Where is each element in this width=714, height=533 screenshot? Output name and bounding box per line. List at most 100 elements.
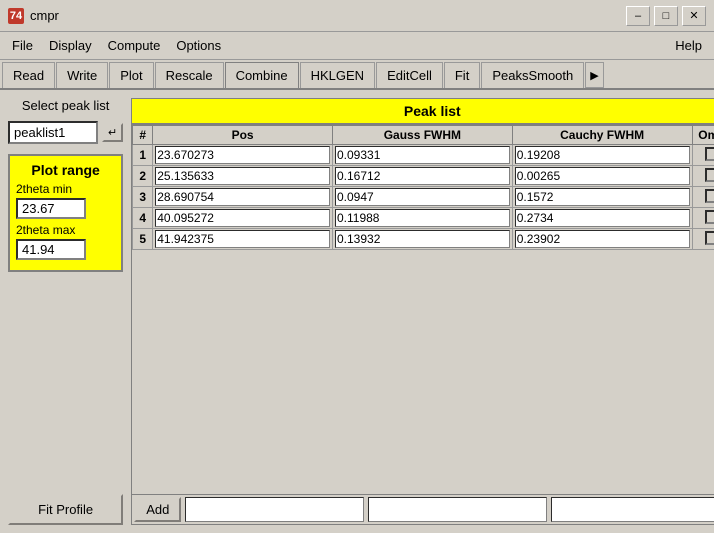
window-title: cmpr	[30, 8, 626, 23]
tab-more-button[interactable]: ▶	[585, 62, 603, 88]
row-num-5: 5	[133, 229, 153, 250]
row-num-2: 2	[133, 166, 153, 187]
tab-hklgen[interactable]: HKLGEN	[300, 62, 375, 88]
row-omit-4[interactable]	[692, 208, 714, 229]
omit-checkbox-4[interactable]	[705, 210, 714, 224]
menu-bar: File Display Compute Options Help	[0, 32, 714, 60]
window-controls: – □ ✕	[626, 6, 706, 26]
cauchy-input-3[interactable]	[515, 188, 690, 206]
peak-table: # Pos Gauss FWHM Cauchy FWHM Omit 1 2 3	[132, 125, 714, 250]
cauchy-input-2[interactable]	[515, 167, 690, 185]
pos-input-2[interactable]	[155, 167, 330, 185]
peak-list-input[interactable]	[8, 121, 98, 144]
cauchy-input-4[interactable]	[515, 209, 690, 227]
menu-display[interactable]: Display	[41, 36, 100, 55]
tab-rescale[interactable]: Rescale	[155, 62, 224, 88]
gauss-input-4[interactable]	[335, 209, 510, 227]
row-gauss-1[interactable]	[332, 145, 512, 166]
row-pos-4[interactable]	[153, 208, 333, 229]
toolbar: Read Write Plot Rescale Combine HKLGEN E…	[0, 60, 714, 90]
peak-list-enter-button[interactable]: ↵	[102, 123, 123, 142]
row-pos-5[interactable]	[153, 229, 333, 250]
tab-editcell[interactable]: EditCell	[376, 62, 443, 88]
row-omit-1[interactable]	[692, 145, 714, 166]
menu-help[interactable]: Help	[667, 36, 710, 55]
tab-write[interactable]: Write	[56, 62, 108, 88]
add-button[interactable]: Add	[134, 497, 181, 522]
maximize-button[interactable]: □	[654, 6, 678, 26]
row-gauss-5[interactable]	[332, 229, 512, 250]
col-cauchy: Cauchy FWHM	[512, 126, 692, 145]
close-button[interactable]: ✕	[682, 6, 706, 26]
omit-checkbox-5[interactable]	[705, 231, 714, 245]
gauss-input-1[interactable]	[335, 146, 510, 164]
row-gauss-3[interactable]	[332, 187, 512, 208]
app-icon: 74	[8, 8, 24, 24]
row-gauss-2[interactable]	[332, 166, 512, 187]
2theta-max-input[interactable]	[16, 239, 86, 260]
pos-input-5[interactable]	[155, 230, 330, 248]
table-row: 4	[133, 208, 714, 229]
omit-checkbox-1[interactable]	[705, 147, 714, 161]
plot-range-box: Plot range 2theta min 2theta max	[8, 154, 123, 272]
minimize-button[interactable]: –	[626, 6, 650, 26]
table-row: 3	[133, 187, 714, 208]
2theta-max-label: 2theta max	[16, 223, 115, 237]
row-pos-3[interactable]	[153, 187, 333, 208]
plot-range-title: Plot range	[16, 162, 115, 178]
row-cauchy-5[interactable]	[512, 229, 692, 250]
row-cauchy-3[interactable]	[512, 187, 692, 208]
row-cauchy-2[interactable]	[512, 166, 692, 187]
omit-checkbox-3[interactable]	[705, 189, 714, 203]
row-omit-5[interactable]	[692, 229, 714, 250]
gauss-input-2[interactable]	[335, 167, 510, 185]
2theta-min-input[interactable]	[16, 198, 86, 219]
omit-checkbox-2[interactable]	[705, 168, 714, 182]
center-panel: Peak list # Pos Gauss FWHM Cauchy FWHM O…	[131, 98, 714, 525]
cauchy-input-5[interactable]	[515, 230, 690, 248]
col-pos: Pos	[153, 126, 333, 145]
pos-input-4[interactable]	[155, 209, 330, 227]
cauchy-input-1[interactable]	[515, 146, 690, 164]
peak-list-selector: ↵	[8, 121, 123, 144]
tab-combine[interactable]: Combine	[225, 62, 299, 88]
select-peak-label: Select peak list	[8, 98, 123, 113]
row-cauchy-4[interactable]	[512, 208, 692, 229]
pos-input-3[interactable]	[155, 188, 330, 206]
row-pos-1[interactable]	[153, 145, 333, 166]
left-panel: Select peak list ↵ Plot range 2theta min…	[8, 98, 123, 525]
add-extra-input-2[interactable]	[368, 497, 547, 522]
col-gauss: Gauss FWHM	[332, 126, 512, 145]
gauss-input-5[interactable]	[335, 230, 510, 248]
pos-input-1[interactable]	[155, 146, 330, 164]
row-gauss-4[interactable]	[332, 208, 512, 229]
main-content: Select peak list ↵ Plot range 2theta min…	[0, 90, 714, 533]
row-pos-2[interactable]	[153, 166, 333, 187]
peak-list-header: Peak list	[131, 98, 714, 124]
table-row: 1	[133, 145, 714, 166]
menu-file[interactable]: File	[4, 36, 41, 55]
tab-peakssmooth[interactable]: PeaksSmooth	[481, 62, 584, 88]
gauss-input-3[interactable]	[335, 188, 510, 206]
menu-compute[interactable]: Compute	[100, 36, 169, 55]
fit-profile-button[interactable]: Fit Profile	[8, 494, 123, 525]
row-omit-2[interactable]	[692, 166, 714, 187]
col-omit: Omit	[692, 126, 714, 145]
row-num-3: 3	[133, 187, 153, 208]
tab-fit[interactable]: Fit	[444, 62, 480, 88]
tab-read[interactable]: Read	[2, 62, 55, 88]
row-num-1: 1	[133, 145, 153, 166]
title-bar: 74 cmpr – □ ✕	[0, 0, 714, 32]
table-row: 2	[133, 166, 714, 187]
row-cauchy-1[interactable]	[512, 145, 692, 166]
row-num-4: 4	[133, 208, 153, 229]
row-omit-3[interactable]	[692, 187, 714, 208]
tab-plot[interactable]: Plot	[109, 62, 153, 88]
peak-table-container: # Pos Gauss FWHM Cauchy FWHM Omit 1 2 3	[131, 124, 714, 495]
menu-options[interactable]: Options	[168, 36, 229, 55]
add-extra-input-1[interactable]	[185, 497, 364, 522]
table-row: 5	[133, 229, 714, 250]
add-row: Add	[131, 495, 714, 525]
add-extra-input-3[interactable]	[551, 497, 714, 522]
col-num: #	[133, 126, 153, 145]
